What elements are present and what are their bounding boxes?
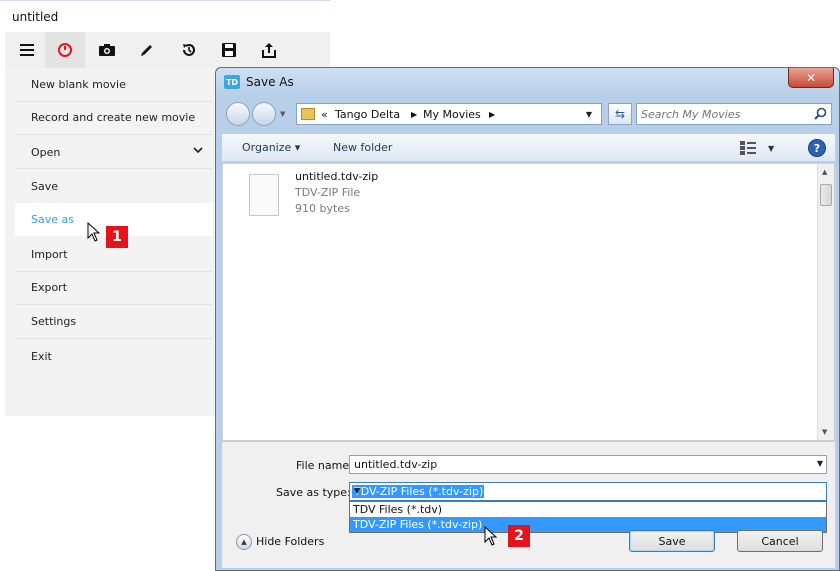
menu-item-save[interactable]: Save [15,170,213,204]
menu-item-exit[interactable]: Exit [15,340,213,374]
new-folder-button[interactable]: New folder [333,141,392,154]
save-as-type-select[interactable]: TDV-ZIP Files (*.tdv-zip) ▼ [349,482,827,501]
forward-button[interactable] [252,102,276,126]
close-button[interactable]: ✕ [788,68,834,88]
file-type: TDV-ZIP File [295,186,361,199]
change-view-button[interactable]: ▼ [740,140,780,156]
file-name-input[interactable] [354,457,794,472]
breadcrumb-prefix[interactable]: « [321,108,328,121]
folder-icon [301,108,315,120]
app-logo-icon: TD [224,75,240,89]
callout-badge-1: 1 [106,226,128,248]
organize-menu[interactable]: Organize ▾ [242,141,300,154]
search-input[interactable] [641,106,811,122]
scrollbar-thumb[interactable] [820,184,832,206]
hide-folders-toggle[interactable]: ▲ Hide Folders [236,533,346,551]
app-title: untitled [12,10,59,24]
scroll-up-icon[interactable]: ▲ [822,168,827,176]
address-dropdown-icon[interactable]: ▼ [579,104,599,124]
save-as-dialog: TD Save As ✕ ▼ « Tango Delta ▶ My Movies… [215,67,840,571]
breadcrumb-tango-delta[interactable]: Tango Delta [335,108,400,121]
file-size: 910 bytes [295,202,350,215]
breadcrumb-my-movies[interactable]: My Movies [423,108,481,121]
file-name-label: File name: [296,459,353,472]
save-as-type-options: TDV Files (*.tdv) TDV-ZIP Files (*.tdv-z… [349,501,827,533]
file-name: untitled.tdv-zip [295,170,379,183]
address-row: ▼ « Tango Delta ▶ My Movies ▶ ▼ ⇆ [222,98,835,130]
address-bar[interactable]: « Tango Delta ▶ My Movies ▶ ▼ [296,103,602,125]
camera-icon[interactable] [87,32,127,68]
save-button[interactable]: Save [629,530,715,552]
refresh-button[interactable]: ⇆ [608,103,632,125]
dialog-title-bar: TD Save As ✕ [216,68,839,96]
view-dropdown-icon[interactable]: ▼ [768,144,774,153]
chevron-up-icon: ▲ [236,534,252,550]
breadcrumb-separator-icon[interactable]: ▶ [489,110,495,119]
help-icon[interactable]: ? [808,139,826,157]
file-name-field[interactable]: ▼ [349,455,827,474]
back-button[interactable] [226,102,250,126]
toolbar [5,32,330,68]
pencil-icon[interactable] [127,32,167,68]
chevron-down-icon [193,147,203,154]
command-bar: Organize ▾ New folder ▼ ? [222,134,835,162]
record-icon[interactable] [45,32,85,68]
scroll-down-icon[interactable]: ▼ [822,428,827,436]
recent-locations-chevron-icon[interactable]: ▼ [280,110,285,118]
menu-item-record-and-create[interactable]: Record and create new movie [15,101,213,135]
save-as-type-dropdown-icon[interactable]: ▼ [354,486,823,495]
breadcrumb-separator-icon[interactable]: ▶ [411,110,417,119]
view-options-icon [740,141,756,155]
vertical-scrollbar[interactable]: ▲ ▼ [817,164,834,440]
app-title-bar: untitled [0,0,330,32]
hide-folders-label: Hide Folders [256,535,325,548]
share-icon[interactable] [249,32,289,68]
menu-item-settings[interactable]: Settings [15,305,213,339]
menu-icon[interactable] [7,32,47,68]
menu-item-new-blank-movie[interactable]: New blank movie [15,68,213,102]
search-box[interactable] [636,103,832,125]
save-icon[interactable] [209,32,249,68]
file-name-dropdown-icon[interactable]: ▼ [817,459,823,468]
search-icon[interactable] [814,107,827,120]
history-icon[interactable] [169,32,209,68]
document-icon [249,174,279,216]
save-options-panel: File name: ▼ Save as type: TDV-ZIP Files… [222,442,835,568]
file-list: untitled.tdv-zip TDV-ZIP File 910 bytes … [222,163,835,441]
menu-item-open[interactable]: Open [15,135,213,169]
mouse-cursor-icon [87,222,101,242]
file-item[interactable]: untitled.tdv-zip TDV-ZIP File 910 bytes [247,170,407,230]
dialog-title: Save As [246,75,294,89]
save-as-type-label: Save as type: [276,486,351,499]
callout-badge-2: 2 [508,525,530,547]
option-tdv-files[interactable]: TDV Files (*.tdv) [350,502,826,517]
mouse-cursor-icon [484,526,498,546]
cancel-button[interactable]: Cancel [737,530,823,552]
menu-item-export[interactable]: Export [15,271,213,305]
